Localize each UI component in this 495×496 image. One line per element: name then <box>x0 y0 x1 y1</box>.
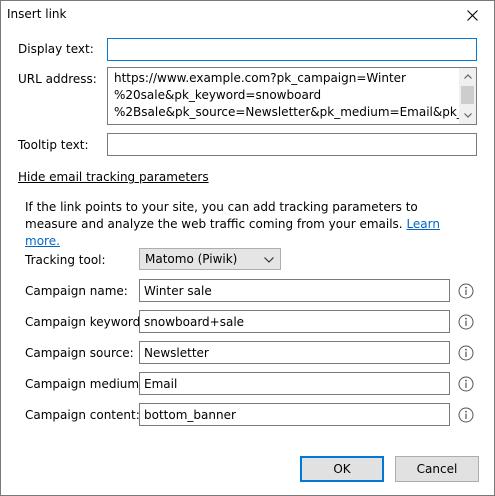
campaign-keyword-value: snowboard+sale <box>144 315 245 329</box>
scroll-thumb[interactable] <box>461 86 474 104</box>
campaign-source-value: Newsletter <box>144 346 209 360</box>
tracking-info-body: If the link points to your site, you can… <box>25 200 418 231</box>
url-scrollbar[interactable] <box>459 68 476 124</box>
cancel-button[interactable]: Cancel <box>395 456 479 482</box>
campaign-medium-value: Email <box>144 377 178 391</box>
chevron-down-icon <box>264 257 274 263</box>
insert-link-dialog: Insert link Display text: URL address: h… <box>0 0 495 496</box>
campaign-medium-label: Campaign medium: <box>25 377 144 391</box>
tracking-tool-value: Matomo (Piwik) <box>145 252 238 266</box>
url-line: %20sale&pk_keyword=snowboard <box>114 88 322 102</box>
title-bar: Insert link <box>1 1 494 29</box>
hide-tracking-link[interactable]: Hide email tracking parameters <box>18 170 209 184</box>
display-text-label: Display text: <box>18 42 94 56</box>
scroll-down-arrow[interactable] <box>459 107 476 124</box>
url-line: https://www.example.com?pk_campaign=Wint… <box>114 71 406 85</box>
display-text-input[interactable] <box>107 38 477 61</box>
tooltip-text-input[interactable] <box>107 133 477 156</box>
url-address-label: URL address: <box>18 72 97 86</box>
tracking-info-text: If the link points to your site, you can… <box>25 199 465 250</box>
chevron-up-icon <box>463 74 472 79</box>
campaign-content-label: Campaign content: <box>25 408 140 422</box>
tooltip-text-label: Tooltip text: <box>18 138 89 152</box>
info-icon[interactable] <box>458 314 474 330</box>
close-icon <box>466 9 478 21</box>
campaign-keyword-input[interactable]: snowboard+sale <box>139 310 450 333</box>
tracking-tool-select[interactable]: Matomo (Piwik) <box>139 248 281 270</box>
campaign-source-input[interactable]: Newsletter <box>139 341 450 364</box>
close-button[interactable] <box>450 1 494 29</box>
tracking-tool-label: Tracking tool: <box>25 253 106 267</box>
url-text: https://www.example.com?pk_campaign=Wint… <box>114 70 459 121</box>
scroll-up-arrow[interactable] <box>459 68 476 85</box>
campaign-name-label: Campaign name: <box>25 284 128 298</box>
campaign-name-value: Winter sale <box>144 284 212 298</box>
ok-button[interactable]: OK <box>300 456 384 482</box>
dialog-title: Insert link <box>7 7 67 21</box>
campaign-keyword-label: Campaign keyword: <box>25 315 145 329</box>
campaign-content-value: bottom_banner <box>144 408 236 422</box>
campaign-name-input[interactable]: Winter sale <box>139 279 450 302</box>
campaign-source-label: Campaign source: <box>25 346 134 360</box>
url-address-input[interactable]: https://www.example.com?pk_campaign=Wint… <box>107 67 477 125</box>
url-line: %2Bsale&pk_source=Newsletter&pk_medium=E… <box>114 105 459 119</box>
info-icon[interactable] <box>458 283 474 299</box>
info-icon[interactable] <box>458 407 474 423</box>
campaign-content-input[interactable]: bottom_banner <box>139 403 450 426</box>
info-icon[interactable] <box>458 345 474 361</box>
chevron-down-icon <box>463 113 472 118</box>
campaign-medium-input[interactable]: Email <box>139 372 450 395</box>
info-icon[interactable] <box>458 376 474 392</box>
